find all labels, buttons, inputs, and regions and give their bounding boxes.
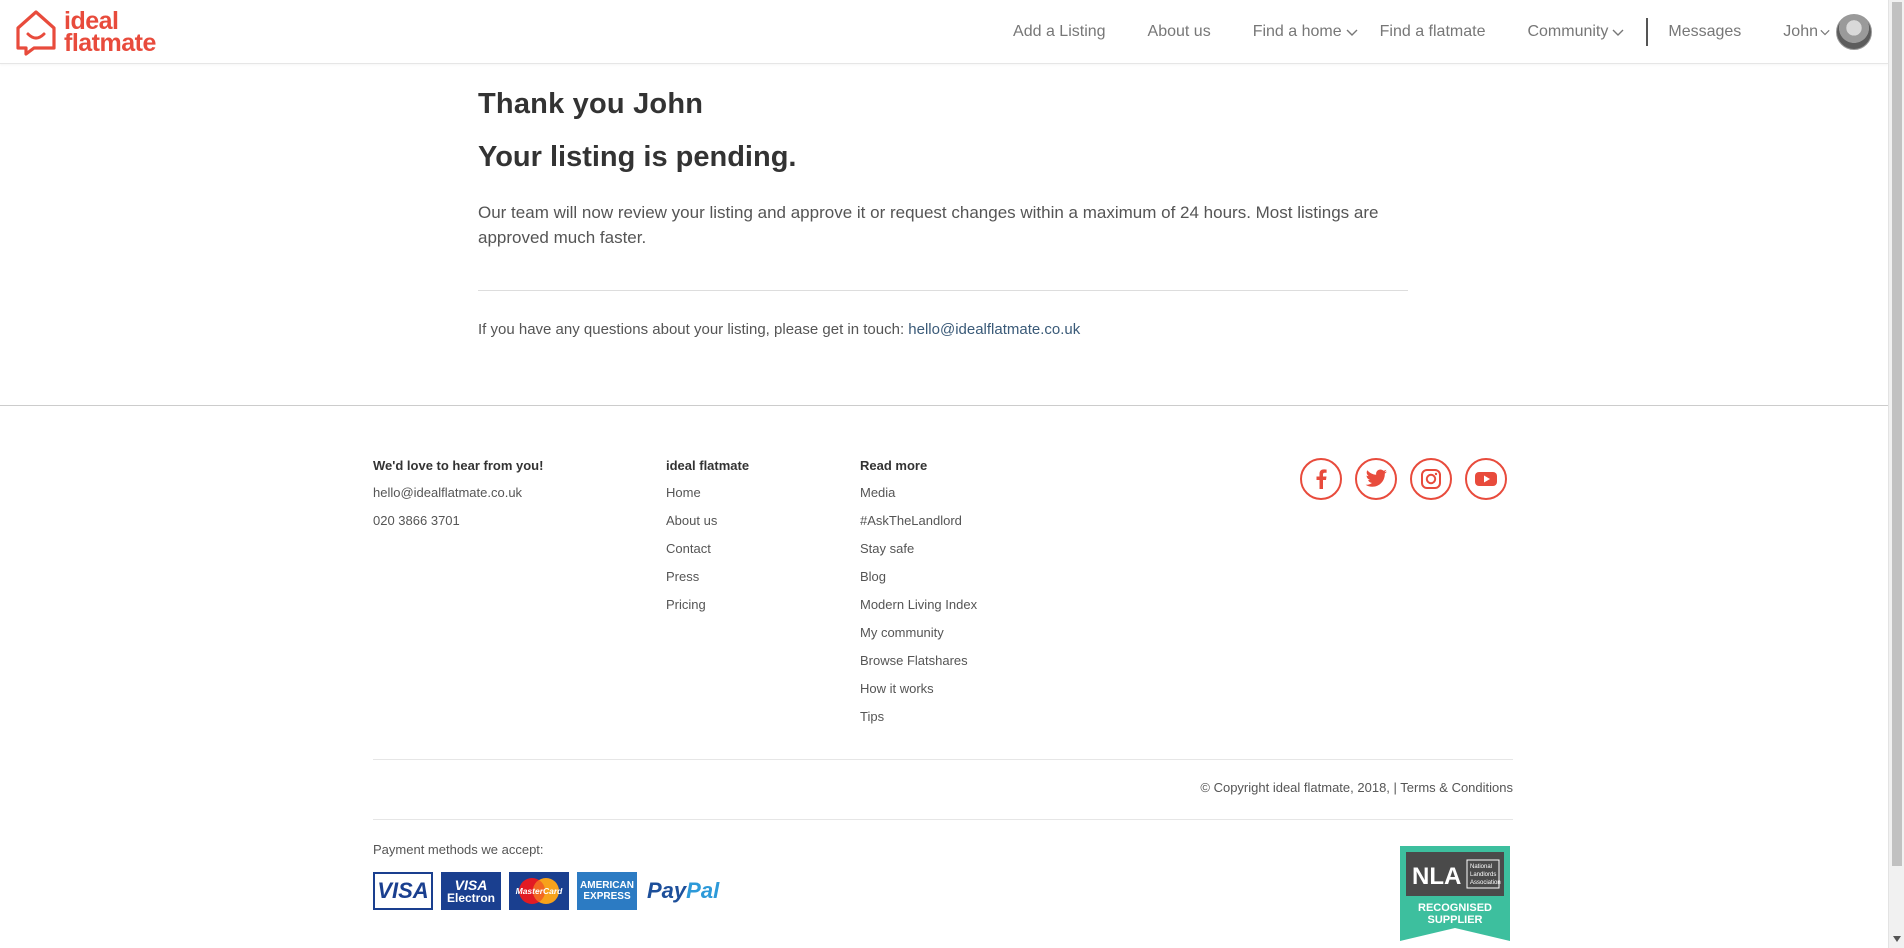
mastercard-logo: MasterCard [509, 872, 569, 910]
social-links [1300, 458, 1520, 500]
status-heading: Your listing is pending. [478, 141, 797, 173]
footer-link-contact[interactable]: Contact [666, 535, 749, 563]
footer-link-asklandlord[interactable]: #AskTheLandlord [860, 507, 977, 535]
youtube-icon [1475, 472, 1497, 486]
paypal-text-2: Pal [686, 878, 720, 903]
footer-link-browse[interactable]: Browse Flatshares [860, 647, 977, 675]
chevron-down-icon [1820, 29, 1830, 36]
footer-link-living-index[interactable]: Modern Living Index [860, 591, 977, 619]
payment-label: Payment methods we accept: [373, 842, 544, 857]
copyright: © Copyright ideal flatmate, 2018, | Term… [1200, 780, 1513, 795]
footer-link-tips[interactable]: Tips [860, 703, 977, 731]
facebook-link[interactable] [1300, 458, 1342, 500]
footer-link-stay-safe[interactable]: Stay safe [860, 535, 977, 563]
nav-community-label: Community [1527, 23, 1609, 40]
mastercard-icon: MasterCard [516, 878, 564, 904]
footer-divider [373, 819, 1513, 820]
footer-link-press[interactable]: Press [666, 563, 749, 591]
scrollbar-thumb[interactable] [1892, 2, 1902, 866]
twitter-link[interactable] [1355, 458, 1397, 500]
footer-link-media[interactable]: Media [860, 479, 977, 507]
terms-link[interactable]: Terms & Conditions [1400, 780, 1513, 795]
chevron-down-icon [1346, 29, 1358, 36]
footer-link-pricing[interactable]: Pricing [666, 591, 749, 619]
footer-divider [373, 759, 1513, 760]
footer-readmore-column: Read more Media #AskTheLandlord Stay saf… [860, 458, 977, 731]
footer-link-my-community[interactable]: My community [860, 619, 977, 647]
nav-about-us[interactable]: About us [1148, 23, 1211, 41]
footer-company-column: ideal flatmate Home About us Contact Pre… [666, 458, 749, 619]
visa-electron-logo: VISA Electron [441, 872, 501, 910]
facebook-icon [1316, 469, 1327, 489]
visa-logo: VISA [373, 872, 433, 910]
nav-find-home[interactable]: Find a home [1253, 23, 1358, 41]
contact-line: If you have any questions about your lis… [478, 321, 1408, 338]
footer-link-home[interactable]: Home [666, 479, 749, 507]
nla-badge-line1: RECOGNISED [1418, 902, 1492, 914]
site-footer: We'd love to hear from you! hello@idealf… [0, 405, 1888, 948]
instagram-icon [1421, 469, 1441, 489]
nav-find-flatmate[interactable]: Find a flatmate [1380, 23, 1486, 41]
nav-separator [1646, 18, 1649, 46]
scroll-down-arrow-icon[interactable] [1893, 936, 1901, 942]
site-header: ideal flatmate Add a Listing About us Fi… [0, 0, 1888, 64]
footer-company-title: ideal flatmate [666, 458, 750, 473]
footer-link-how-it-works[interactable]: How it works [860, 675, 977, 703]
youtube-link[interactable] [1465, 458, 1507, 500]
user-name: John [1783, 23, 1818, 40]
amex-top: AMERICAN [580, 880, 634, 891]
scrollbar[interactable] [1888, 0, 1904, 948]
nla-badge-line2: SUPPLIER [1427, 914, 1482, 926]
nav-community[interactable]: Community [1527, 23, 1624, 41]
user-menu[interactable]: John [1783, 14, 1872, 50]
visa-electron-bottom: Electron [446, 890, 495, 905]
nla-recognised-supplier-badge: NLA National Landlords Association RECOG… [1400, 846, 1510, 941]
avatar [1836, 14, 1872, 50]
nav-add-listing[interactable]: Add a Listing [1013, 23, 1106, 41]
chevron-down-icon [1612, 29, 1624, 36]
nla-abbr: NLA [1412, 863, 1461, 890]
logo-text-line2: flatmate [64, 29, 156, 57]
amex-logo: AMERICAN EXPRESS [577, 872, 637, 910]
nav-messages[interactable]: Messages [1668, 23, 1741, 41]
nla-full-2: Landlords [1470, 872, 1496, 878]
footer-contact-title: We'd love to hear from you! [373, 458, 544, 473]
footer-email-link[interactable]: hello@idealflatmate.co.uk [373, 479, 543, 507]
contact-prefix: If you have any questions about your lis… [478, 321, 909, 338]
house-speech-icon [16, 10, 56, 56]
main-content: Thank you John Your listing is pending. … [478, 88, 1408, 338]
nla-full-1: National [1470, 864, 1492, 870]
footer-readmore-title: Read more [860, 458, 928, 473]
mastercard-text: MasterCard [516, 886, 564, 896]
copyright-text: © Copyright ideal flatmate, 2018, | [1200, 780, 1401, 795]
paypal-text-1: Pay [647, 878, 687, 903]
page-title: Thank you John [478, 88, 704, 120]
instagram-link[interactable] [1410, 458, 1452, 500]
footer-link-about[interactable]: About us [666, 507, 749, 535]
paypal-logo: PayPal [647, 878, 719, 904]
payment-methods: VISA VISA Electron MasterCard AMERICAN E… [373, 872, 719, 910]
twitter-icon [1365, 469, 1387, 487]
footer-contact-column: We'd love to hear from you! hello@idealf… [373, 458, 543, 535]
visa-electron-top: VISA [454, 876, 488, 893]
main-nav: Add a Listing About us Find a home Find … [1013, 0, 1888, 64]
review-message: Our team will now review your listing an… [478, 203, 1379, 247]
footer-link-blog[interactable]: Blog [860, 563, 977, 591]
amex-bottom: EXPRESS [583, 891, 631, 902]
divider [478, 290, 1408, 291]
nla-full-3: Association [1470, 880, 1501, 886]
contact-email-link[interactable]: hello@idealflatmate.co.uk [908, 321, 1080, 338]
footer-phone: 020 3866 3701 [373, 513, 460, 528]
nav-find-home-label: Find a home [1252, 23, 1342, 40]
logo[interactable]: ideal flatmate [14, 8, 156, 56]
